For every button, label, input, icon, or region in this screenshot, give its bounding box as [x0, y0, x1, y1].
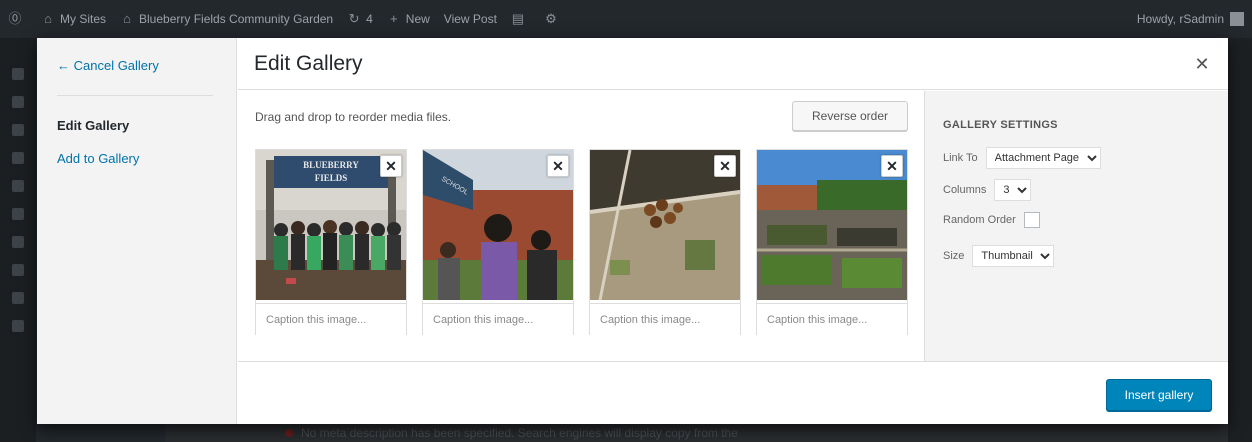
menu-item-add-to-gallery[interactable]: Add to Gallery — [57, 151, 139, 166]
reverse-order-button[interactable]: Reverse order — [792, 101, 908, 131]
caption-input[interactable] — [423, 303, 573, 335]
remove-image-button[interactable]: ✕ — [714, 155, 736, 177]
caption-input[interactable] — [590, 303, 740, 335]
random-order-setting: Random Order — [943, 212, 1040, 228]
caption-input[interactable] — [757, 303, 907, 335]
dashboard-icon — [12, 68, 24, 80]
wordpress-logo-icon[interactable]: ⓪ — [8, 12, 27, 26]
refresh-icon: ↻ — [348, 11, 360, 26]
link-to-label: Link To — [943, 152, 978, 164]
appearance-icon — [12, 208, 24, 220]
new-content-link[interactable]: + New — [387, 11, 430, 27]
customize-icon[interactable]: ▤ — [511, 12, 530, 26]
menu-separator — [57, 95, 213, 96]
posts-icon — [12, 96, 24, 108]
settings-icon[interactable]: ⚙ — [544, 12, 563, 26]
gallery-item[interactable]: ✕ — [756, 149, 908, 335]
modal-toolbar: Insert gallery — [238, 361, 1228, 424]
caption-input[interactable] — [256, 303, 406, 335]
plus-icon: + — [389, 11, 398, 26]
gallery-settings-heading: Gallery Settings — [943, 119, 1058, 131]
gallery-item[interactable]: ✕ — [589, 149, 741, 335]
comments-icon — [12, 180, 24, 192]
dimmed-backdrop-right — [1228, 38, 1252, 442]
edit-gallery-modal: ← Cancel Gallery Edit Gallery Add to Gal… — [37, 38, 1228, 424]
remove-image-button[interactable]: ✕ — [547, 155, 569, 177]
gallery-item[interactable]: BLUEBERRY FIELDS ✕ — [255, 149, 407, 335]
avatar[interactable] — [1230, 12, 1244, 26]
updates-link[interactable]: ↻ 4 — [347, 11, 373, 27]
gallery-settings-panel: Gallery Settings Link To Attachment Page… — [924, 91, 1228, 361]
gallery-content: Drag and drop to reorder media files. Re… — [238, 91, 924, 361]
sites-icon: ⌂ — [44, 11, 52, 26]
admin-bar: ⓪ ⌂ My Sites ⌂ Blueberry Fields Community … — [0, 0, 1252, 38]
svg-text:FIELDS: FIELDS — [315, 173, 348, 183]
settings-menu-icon — [12, 320, 24, 332]
site-name-link[interactable]: ⌂ Blueberry Fields Community Garden — [120, 11, 333, 27]
svg-text:BLUEBERRY: BLUEBERRY — [303, 160, 359, 170]
users-icon — [12, 264, 24, 276]
insert-gallery-button[interactable]: Insert gallery — [1106, 379, 1212, 411]
link-to-setting: Link To Attachment Page — [943, 147, 1101, 169]
modal-title-bar: Edit Gallery — [238, 38, 1228, 90]
remove-image-button[interactable]: ✕ — [881, 155, 903, 177]
size-setting: Size Thumbnail — [943, 245, 1055, 267]
background-notice: No meta description has been specified. … — [165, 424, 1228, 442]
size-select[interactable]: Thumbnail — [972, 245, 1055, 267]
columns-select[interactable]: 3 — [994, 179, 1032, 201]
admin-menu-dimmed — [0, 38, 36, 442]
home-icon: ⌂ — [123, 11, 131, 26]
media-icon — [12, 124, 24, 136]
view-post-link[interactable]: View Post — [444, 12, 497, 26]
howdy-user[interactable]: Howdy, rSadmin — [1137, 12, 1224, 26]
tools-icon — [12, 292, 24, 304]
random-order-label: Random Order — [943, 214, 1016, 226]
random-order-checkbox[interactable] — [1023, 212, 1040, 228]
menu-item-edit-gallery[interactable]: Edit Gallery — [57, 118, 129, 133]
link-to-select[interactable]: Attachment Page — [985, 147, 1101, 169]
remove-image-button[interactable]: ✕ — [380, 155, 402, 177]
size-label: Size — [943, 250, 965, 262]
my-sites-link[interactable]: ⌂ My Sites — [41, 11, 106, 27]
modal-title: Edit Gallery — [254, 52, 363, 75]
media-modal-menu: ← Cancel Gallery Edit Gallery Add to Gal… — [37, 38, 237, 424]
plugins-icon — [12, 236, 24, 248]
cancel-gallery-link[interactable]: ← Cancel Gallery — [57, 58, 159, 73]
close-icon[interactable]: ✕ — [1190, 52, 1214, 76]
columns-label: Columns — [943, 184, 987, 196]
reorder-instructions: Drag and drop to reorder media files. — [255, 110, 452, 124]
columns-setting: Columns 3 — [943, 179, 1032, 201]
gallery-item[interactable]: SCHOOL ✕ — [422, 149, 574, 335]
warning-dot-icon — [285, 429, 293, 437]
pages-icon — [12, 152, 24, 164]
